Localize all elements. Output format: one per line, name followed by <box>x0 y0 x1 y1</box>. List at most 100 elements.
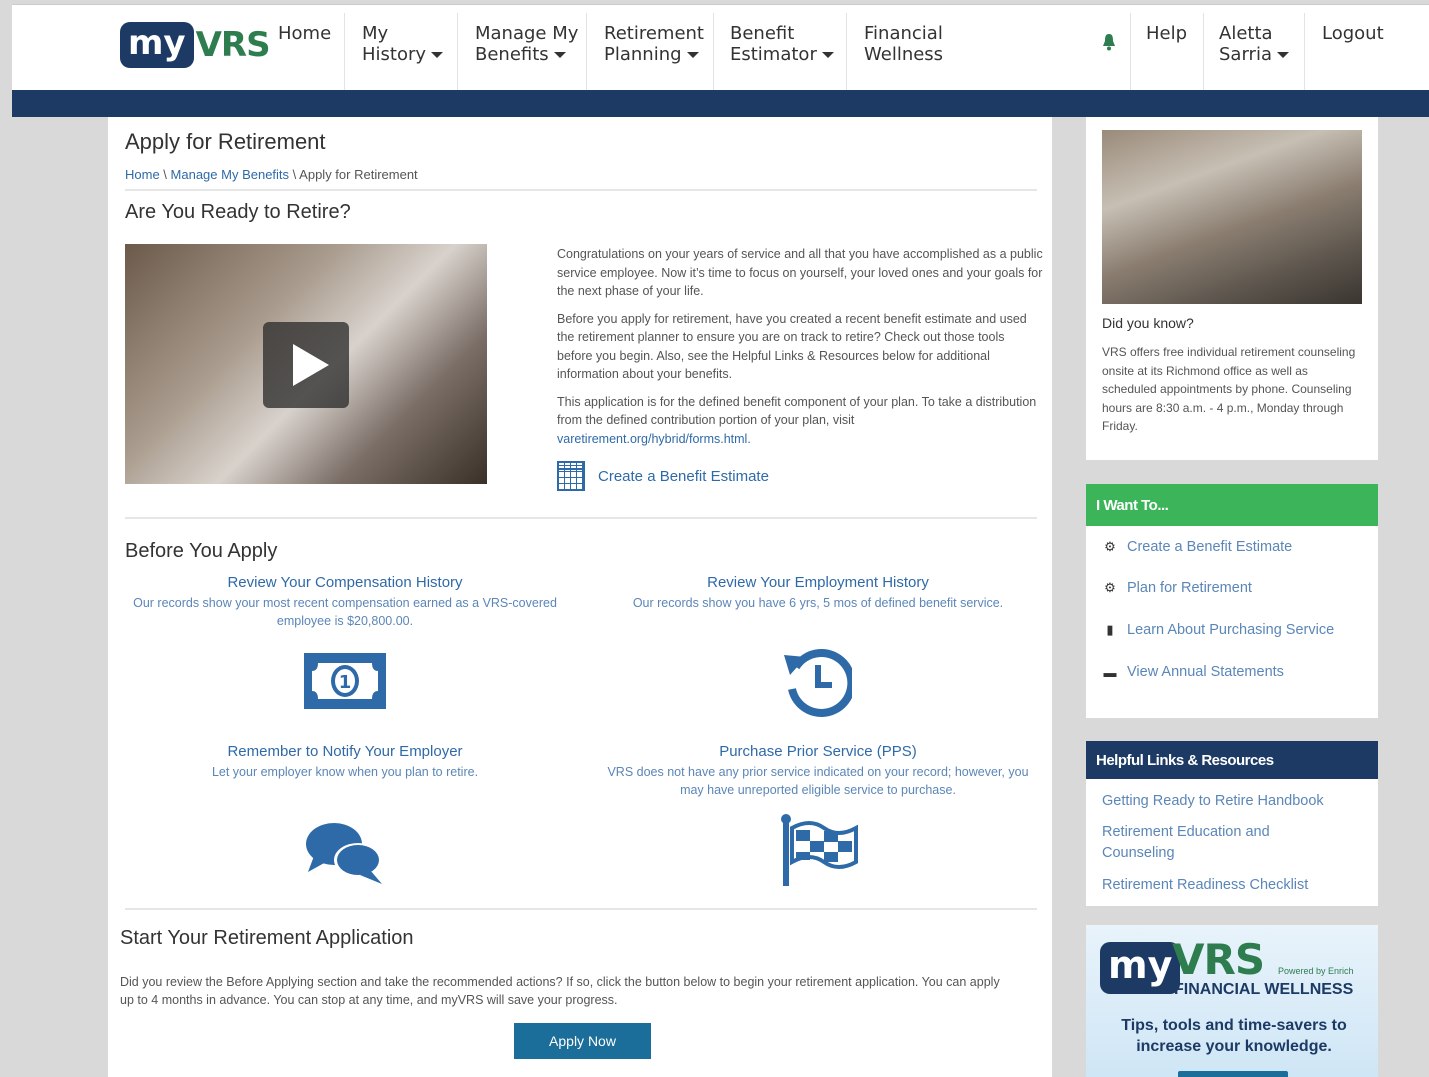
start-application-text: Did you review the Before Applying secti… <box>120 975 1000 1007</box>
hybrid-forms-link[interactable]: varetirement.org/hybrid/forms.html. <box>557 432 751 446</box>
apply-now-button[interactable]: Apply Now <box>514 1023 651 1059</box>
main-content: Apply for Retirement Home \ Manage My Be… <box>108 117 1052 1077</box>
nav-user-menu[interactable]: Aletta Sarria <box>1219 23 1289 93</box>
nav-manage-label-1: Manage My <box>475 23 579 44</box>
nav-estimator-label-1: Benefit <box>730 23 795 44</box>
nav-retirement-planning[interactable]: Retirement Planning <box>604 23 704 93</box>
compensation-history-link[interactable]: Review Your Compensation History <box>125 574 565 591</box>
logo-vrs: VRS <box>195 25 271 65</box>
nav-help-label: Help <box>1146 23 1188 44</box>
link-retire-handbook[interactable]: Getting Ready to Retire Handbook <box>1102 791 1362 812</box>
did-you-know-text: VRS offers free individual retirement co… <box>1102 345 1356 433</box>
notify-employer-link[interactable]: Remember to Notify Your Employer <box>125 743 565 760</box>
bell-icon[interactable] <box>1102 33 1116 51</box>
promo-logo-vrs: VRS <box>1172 935 1265 984</box>
i-want-to-panel: I Want To... ⚙ Create a Benefit Estimate … <box>1086 484 1378 718</box>
link-readiness-checklist[interactable]: Retirement Readiness Checklist <box>1102 875 1362 896</box>
financial-wellness-promo[interactable]: my VRS Powered by Enrich FINANCIAL WELLN… <box>1086 925 1378 1077</box>
nav-wellness-label-1: Financial <box>864 23 943 44</box>
couple-biking-photo <box>1102 130 1362 304</box>
nav-wellness-label-2: Wellness <box>864 44 944 65</box>
divider <box>125 189 1037 191</box>
top-navigation-bar: my VRS Home My History Manage My Benefit… <box>12 4 1429 93</box>
nav-my-history[interactable]: My History <box>362 23 444 93</box>
purchase-prior-service-desc: VRS does not have any prior service indi… <box>607 765 1029 797</box>
employment-history-desc: Our records show you have 6 yrs, 5 mos o… <box>632 596 1004 610</box>
nav-retirement-label-1: Retirement <box>604 23 704 44</box>
did-you-know-title: Did you know? <box>1102 315 1194 331</box>
ready-heading: Are You Ready to Retire? <box>125 201 351 223</box>
nav-manage-benefits[interactable]: Manage My Benefits <box>475 23 578 93</box>
nav-home-label: Home <box>278 23 332 44</box>
intro-paragraph-3-text: This application is for the defined bene… <box>557 394 1037 428</box>
want-create-estimate-label: Create a Benefit Estimate <box>1127 539 1293 555</box>
checkered-flag-icon <box>781 814 858 886</box>
nav-user-last-name: Sarria <box>1219 44 1272 65</box>
page-title: Apply for Retirement <box>125 129 326 154</box>
notify-employer-card: Remember to Notify Your Employer Let you… <box>125 743 565 781</box>
breadcrumb-current: Apply for Retirement <box>299 167 418 182</box>
notify-employer-desc: Let your employer know when you plan to … <box>211 765 479 779</box>
intro-video[interactable] <box>125 244 487 484</box>
caret-down-icon <box>553 52 566 58</box>
helpful-links-heading: Helpful Links & Resources <box>1086 741 1378 779</box>
nav-my-history-label-2: History <box>362 44 427 65</box>
want-plan-retirement[interactable]: ⚙ Plan for Retirement <box>1103 580 1252 596</box>
caret-down-icon <box>821 52 834 58</box>
nav-benefit-estimator[interactable]: Benefit Estimator <box>730 23 834 93</box>
promo-powered-by: Powered by Enrich <box>1278 966 1354 976</box>
caret-down-icon <box>431 52 444 58</box>
want-create-estimate[interactable]: ⚙ Create a Benefit Estimate <box>1103 539 1292 555</box>
nav-divider <box>1203 13 1204 91</box>
caret-down-icon <box>1276 52 1289 58</box>
breadcrumb-separator: \ <box>289 167 300 182</box>
employment-history-link[interactable]: Review Your Employment History <box>598 574 1038 591</box>
breadcrumb-home[interactable]: Home <box>125 167 160 182</box>
play-icon[interactable] <box>263 322 349 408</box>
intro-paragraph-1: Congratulations on your years of service… <box>557 247 1043 298</box>
want-annual-statements[interactable]: ▬ View Annual Statements <box>1103 664 1284 680</box>
create-benefit-estimate-link[interactable]: Create a Benefit Estimate <box>557 461 769 491</box>
breadcrumb-separator: \ <box>159 167 171 182</box>
book-icon: ▮ <box>1106 622 1114 637</box>
nav-financial-wellness[interactable]: Financial Wellness <box>864 23 943 93</box>
gear-icon: ⚙ <box>1104 539 1116 554</box>
promo-button[interactable] <box>1178 1071 1288 1077</box>
employment-history-card: Review Your Employment History Our recor… <box>598 574 1038 612</box>
divider <box>125 908 1037 910</box>
i-want-to-heading: I Want To... <box>1086 484 1378 526</box>
intro-paragraph-3: This application is for the defined bene… <box>557 393 1043 449</box>
nav-retirement-label-2: Planning <box>604 44 682 65</box>
breadcrumb: Home \ Manage My Benefits \ Apply for Re… <box>125 167 418 182</box>
did-you-know-card: Did you know? VRS offers free individual… <box>1086 117 1378 460</box>
create-benefit-estimate-label: Create a Benefit Estimate <box>598 467 769 485</box>
nav-divider <box>713 13 714 91</box>
promo-logo-my: my <box>1100 942 1181 994</box>
nav-divider <box>457 13 458 91</box>
breadcrumb-manage-benefits[interactable]: Manage My Benefits <box>171 167 290 182</box>
start-application-heading: Start Your Retirement Application <box>120 927 414 949</box>
compensation-history-card: Review Your Compensation History Our rec… <box>125 574 565 630</box>
nav-user-first-name: Aletta <box>1219 23 1273 44</box>
link-education-counseling[interactable]: Retirement Education and Counseling <box>1102 822 1302 864</box>
nav-logout[interactable]: Logout <box>1322 23 1384 93</box>
myvrs-logo[interactable]: my VRS <box>120 22 271 68</box>
purchase-prior-service-card: Purchase Prior Service (PPS) VRS does no… <box>598 743 1038 799</box>
history-clock-icon <box>784 649 852 717</box>
intro-paragraph-2: Before you apply for retirement, have yo… <box>557 311 1027 382</box>
logo-my: my <box>120 22 194 68</box>
before-apply-heading: Before You Apply <box>125 540 278 562</box>
nav-help[interactable]: Help <box>1146 23 1187 93</box>
nav-home[interactable]: Home <box>278 23 331 93</box>
nav-my-history-label-1: My <box>362 23 389 44</box>
nav-estimator-label-2: Estimator <box>730 44 817 65</box>
divider <box>125 517 1037 519</box>
nav-logout-label: Logout <box>1322 23 1384 44</box>
nav-divider <box>586 13 587 91</box>
want-purchasing-service[interactable]: ▮ Learn About Purchasing Service <box>1103 622 1334 638</box>
helpful-links-panel: Helpful Links & Resources Getting Ready … <box>1086 741 1378 906</box>
nav-manage-label-2: Benefits <box>475 44 549 65</box>
folder-icon: ▬ <box>1103 664 1117 680</box>
purchase-prior-service-link[interactable]: Purchase Prior Service (PPS) <box>598 743 1038 760</box>
svg-text:1: 1 <box>339 672 352 693</box>
